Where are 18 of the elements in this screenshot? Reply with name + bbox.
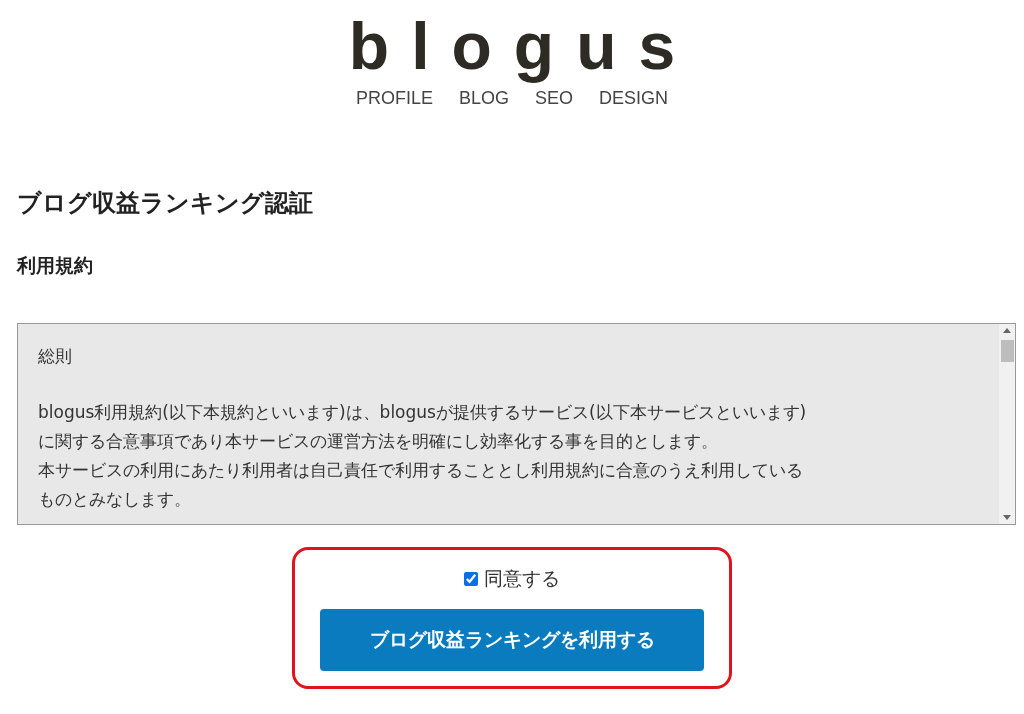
submit-button[interactable]: ブログ収益ランキングを利用する bbox=[320, 609, 704, 671]
terms-text-line: に関する合意事項であり本サービスの運営方法を明確にし効率化する事を目的とします。 bbox=[38, 430, 718, 453]
site-logo[interactable]: blogus bbox=[348, 8, 698, 84]
scroll-thumb[interactable] bbox=[1000, 340, 1014, 362]
terms-box[interactable]: 総則 blogus利用規約(以下本規約といいます)は、blogusが提供するサービス(以下本サービスといいます) に関する合意事項であり本サービスの運営方法を明確にし効率化する事を目的とします。 本サービスの利用にあたり利用者は自己責任で利用することとし利用規約に合意のうえ利用している ものとみなします。 bbox=[17, 323, 1016, 525]
terms-heading: 総則 bbox=[38, 345, 72, 368]
scrollbar[interactable] bbox=[999, 324, 1015, 524]
page-title: ブログ収益ランキング認証 bbox=[17, 188, 313, 219]
terms-text-line: blogus利用規約(以下本規約といいます)は、blogusが提供するサービス(以下本サービスといいます) bbox=[38, 401, 807, 424]
terms-text-line: ものとみなします。 bbox=[38, 488, 191, 511]
nav-link[interactable]: DESIGN bbox=[599, 88, 669, 109]
terms-text-line: 本サービスの利用にあたり利用者は自己責任で利用することとし利用規約に合意のうえ利用している bbox=[38, 459, 803, 482]
section-title: 利用規約 bbox=[17, 253, 93, 278]
agree-checkbox[interactable] bbox=[464, 572, 478, 586]
nav-link[interactable]: PROFILE bbox=[355, 88, 433, 109]
agree-label: 同意する bbox=[484, 566, 560, 591]
nav-link[interactable]: BLOG bbox=[459, 88, 509, 109]
nav-link[interactable]: SEO bbox=[535, 88, 574, 109]
